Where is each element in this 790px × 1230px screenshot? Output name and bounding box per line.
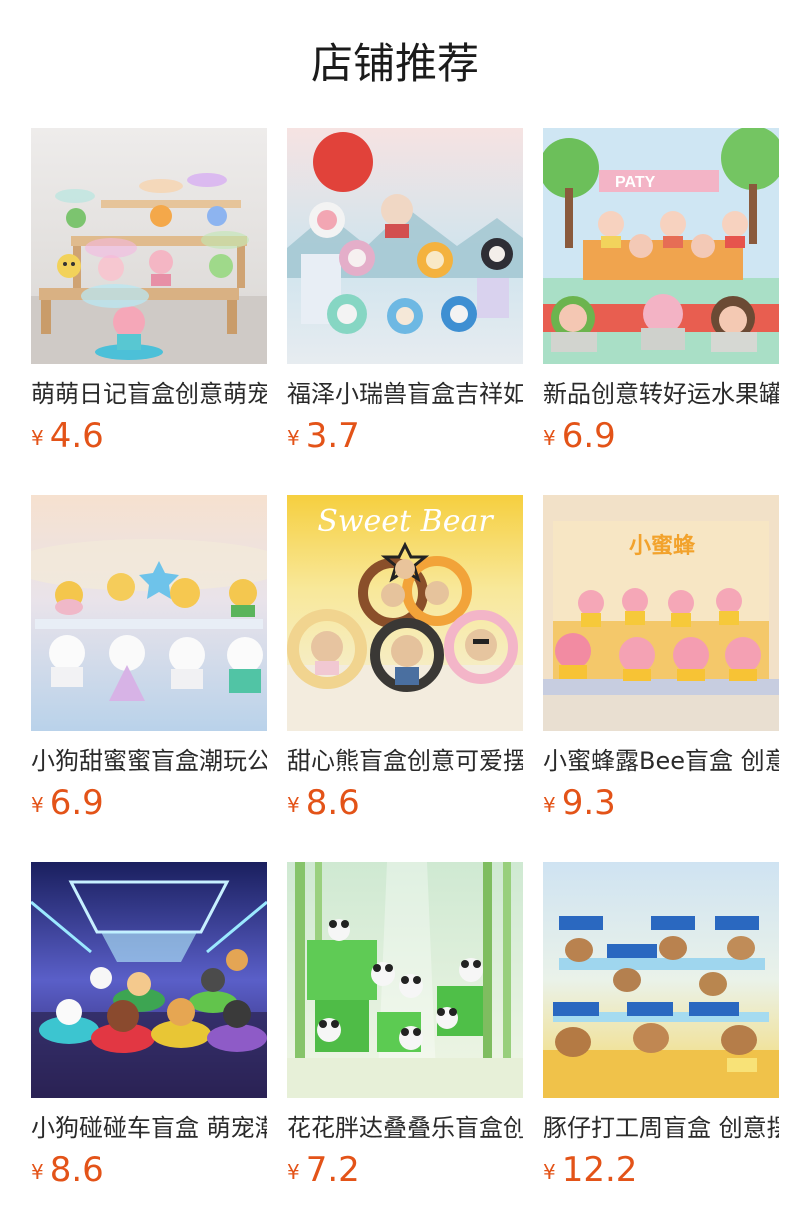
product-image[interactable] (543, 862, 779, 1098)
product-name[interactable]: 萌萌日记盲盒创意萌宠 (31, 376, 267, 412)
price-value: 6.9 (49, 783, 104, 823)
price-value: 7.2 (305, 1150, 360, 1190)
currency-symbol: ¥ (31, 426, 44, 450)
product-card[interactable]: Sweet Bear 甜心熊盲盒创意可爱摆件 ¥8.6 (287, 495, 523, 825)
product-price: ¥6.9 (543, 414, 616, 458)
product-image[interactable] (31, 128, 267, 364)
section-title: 店铺推荐 (310, 39, 479, 88)
product-name[interactable]: 小蜜蜂露Bee盲盒 创意 (543, 743, 779, 779)
product-card[interactable]: 小蜜蜂 小蜜蜂露Bee盲盒 创意 ¥9.3 (543, 495, 779, 825)
product-price: ¥8.6 (31, 1148, 104, 1192)
price-value: 12.2 (561, 1150, 638, 1190)
product-card[interactable]: 福泽小瑞兽盲盒吉祥如意 ¥3.7 (287, 128, 523, 458)
product-name[interactable]: 花花胖达叠叠乐盲盒创意 (287, 1110, 523, 1146)
product-image[interactable]: PATY (543, 128, 779, 364)
price-value: 9.3 (561, 783, 616, 823)
bee-box-text: 小蜜蜂 (629, 533, 696, 559)
product-image[interactable] (287, 862, 523, 1098)
product-price: ¥3.7 (287, 414, 360, 458)
product-name[interactable]: 甜心熊盲盒创意可爱摆件 (287, 743, 523, 779)
product-price: ¥6.9 (31, 781, 104, 825)
product-card[interactable]: 萌萌日记盲盒创意萌宠 ¥4.6 (31, 128, 267, 458)
product-image[interactable]: Sweet Bear (287, 495, 523, 731)
price-value: 8.6 (305, 783, 360, 823)
product-price: ¥12.2 (543, 1148, 637, 1192)
sweet-bear-text: Sweet Bear (317, 504, 494, 539)
price-value: 6.9 (561, 416, 616, 456)
product-name[interactable]: 新品创意转好运水果罐头 (543, 376, 779, 412)
product-card[interactable]: 花花胖达叠叠乐盲盒创意 ¥7.2 (287, 862, 523, 1192)
product-image[interactable] (31, 495, 267, 731)
product-card[interactable]: PATY 新品创意转好运水果罐头 ¥6.9 (543, 128, 779, 458)
product-price: ¥4.6 (31, 414, 104, 458)
currency-symbol: ¥ (287, 793, 300, 817)
product-image[interactable] (31, 862, 267, 1098)
product-card[interactable]: 小狗碰碰车盲盒 萌宠潮玩 ¥8.6 (31, 862, 267, 1192)
product-name[interactable]: 小狗碰碰车盲盒 萌宠潮玩 (31, 1110, 267, 1146)
store-recommendations-page: 店铺推荐 萌萌日记盲盒创意萌宠 ¥ 4.6 福泽小瑞兽盲盒吉祥如 ¥ 3.7 P… (0, 0, 790, 1230)
product-price: ¥8.6 (287, 781, 360, 825)
product-name[interactable]: 小狗甜蜜蜜盲盒潮玩公仔 (31, 743, 267, 779)
price-value: 8.6 (49, 1150, 104, 1190)
price-value: 3.7 (305, 416, 360, 456)
sign-text: PATY (615, 174, 656, 191)
currency-symbol: ¥ (287, 426, 300, 450)
currency-symbol: ¥ (287, 1160, 300, 1184)
currency-symbol: ¥ (543, 426, 556, 450)
currency-symbol: ¥ (31, 793, 44, 817)
product-card[interactable]: 豚仔打工周盲盒 创意摆件 ¥12.2 (543, 862, 779, 1192)
currency-symbol: ¥ (31, 1160, 44, 1184)
product-image[interactable]: 小蜜蜂 (543, 495, 779, 731)
currency-symbol: ¥ (543, 793, 556, 817)
price-value: 4.6 (49, 416, 104, 456)
product-name[interactable]: 豚仔打工周盲盒 创意摆件 (543, 1110, 779, 1146)
product-name[interactable]: 福泽小瑞兽盲盒吉祥如意 (287, 376, 523, 412)
product-price: ¥9.3 (543, 781, 616, 825)
product-image[interactable] (287, 128, 523, 364)
product-card[interactable]: 小狗甜蜜蜜盲盒潮玩公仔 ¥6.9 (31, 495, 267, 825)
product-price: ¥7.2 (287, 1148, 360, 1192)
currency-symbol: ¥ (543, 1160, 556, 1184)
